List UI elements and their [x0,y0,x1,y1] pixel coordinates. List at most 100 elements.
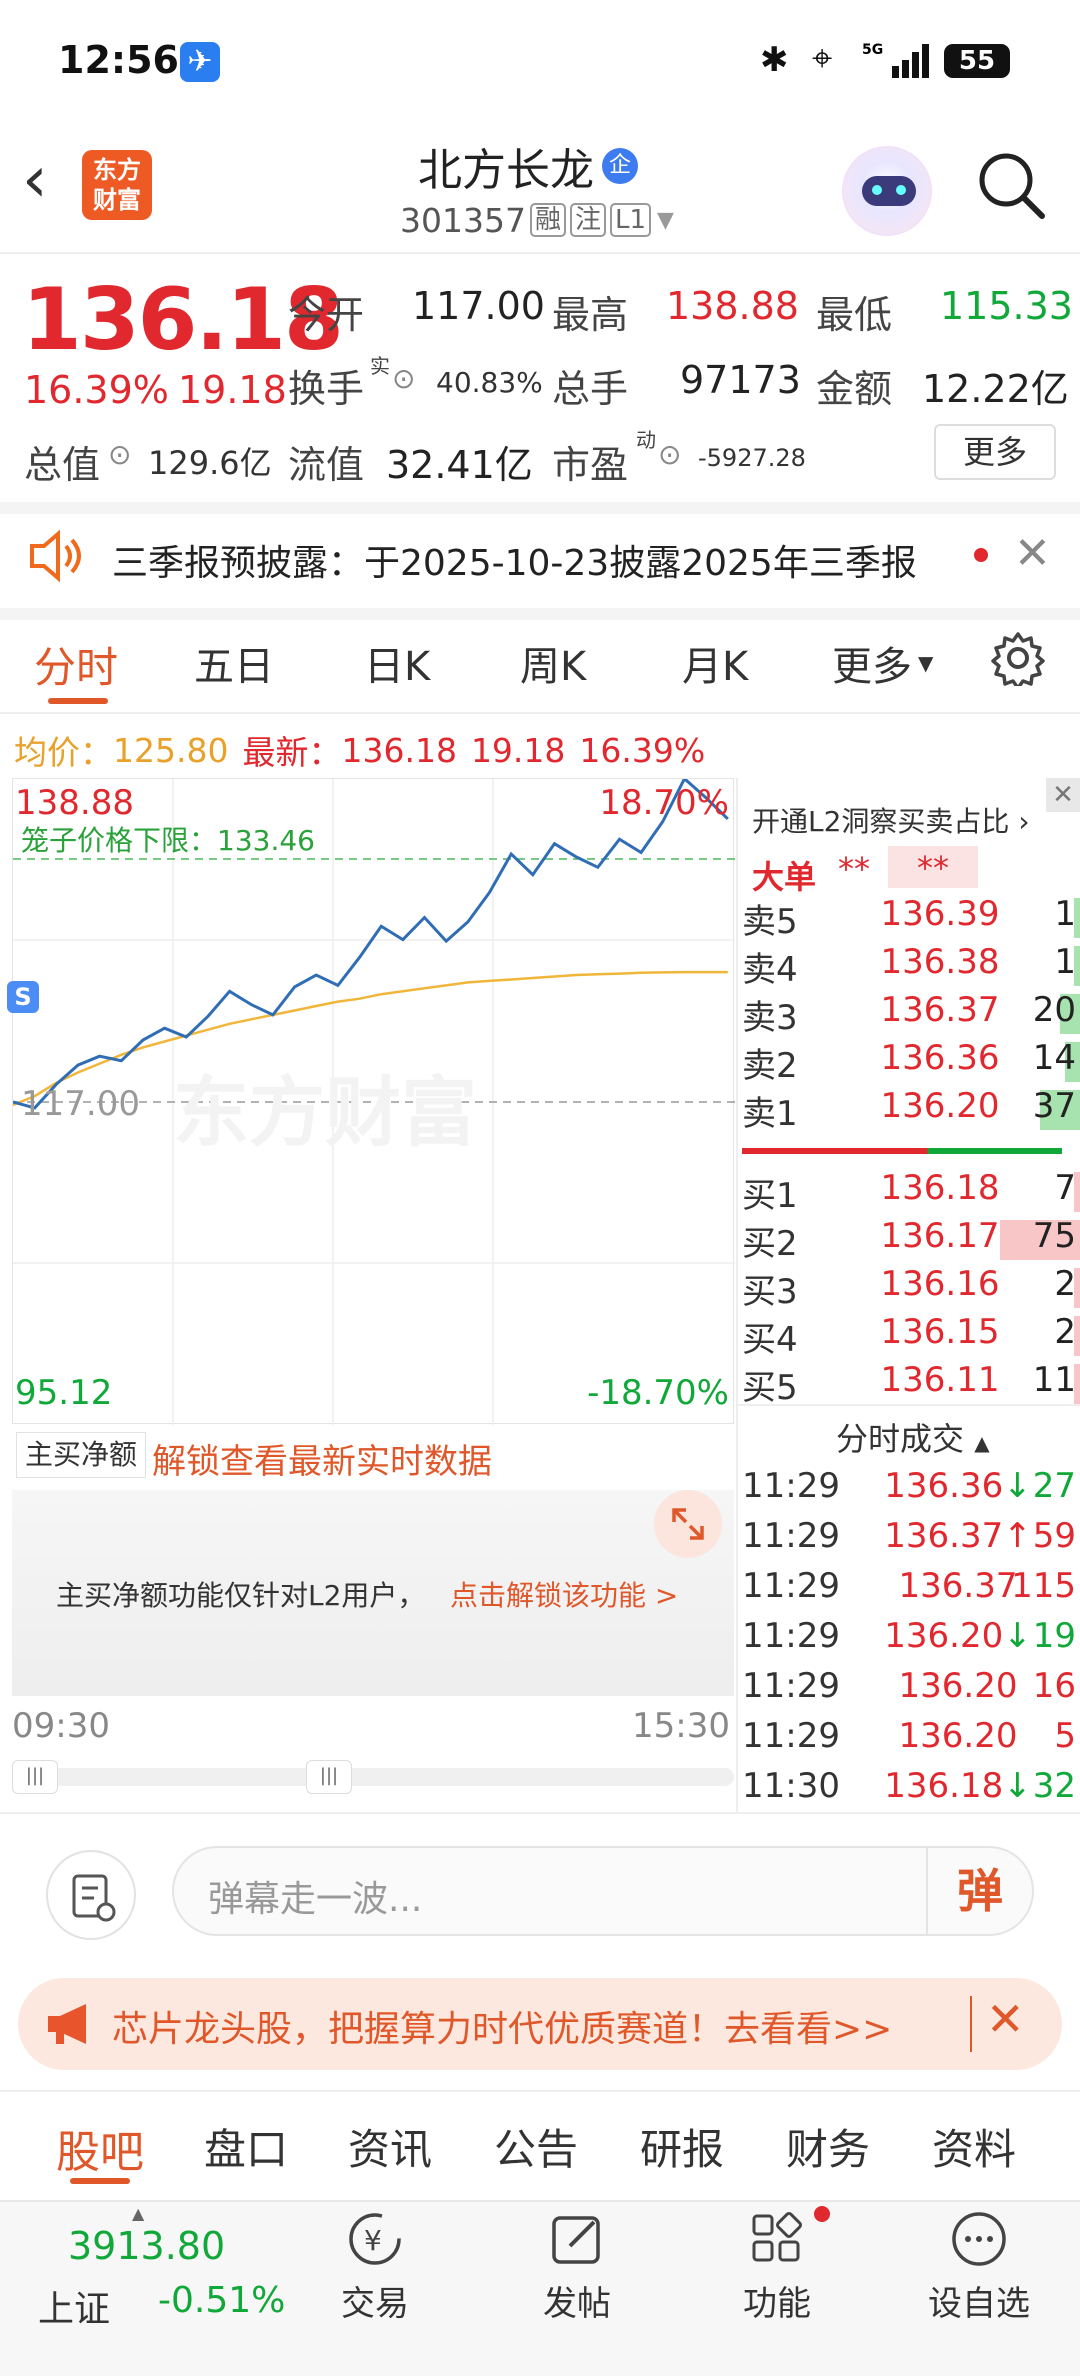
unread-dot [974,548,988,562]
tab-guba[interactable]: 股吧 [56,2116,144,2180]
ask-level-row[interactable]: 卖3 136.37 20 [740,990,1080,1038]
tick-volume: 27 [1032,1466,1076,1506]
info-dots-icon[interactable]: ⊙ [658,438,681,471]
back-button[interactable]: ‹ [22,148,48,212]
l2-insight-link[interactable]: 开通L2洞察买卖占比 › [752,800,1030,840]
dock-post-label: 发帖 [543,2284,611,2324]
tick-row: 11:29 136.20↓ 19 [740,1616,1080,1666]
sell-marker[interactable]: S [7,981,39,1013]
ask-level-row[interactable]: 卖1 136.20 37 [740,1086,1080,1134]
net-buy-select[interactable]: 主买净额▼ [16,1432,146,1512]
bid-level-label: 买3 [742,1272,798,1312]
unlock-feature-link[interactable]: 点击解锁该功能 > [450,1574,678,1614]
tab-finance[interactable]: 财务 [786,2116,870,2177]
index-value[interactable]: 3913.80 [68,2224,225,2268]
avg-label: 均价： [14,733,113,772]
time-range-scrollbar[interactable]: ||| ||| [12,1760,734,1794]
bid-level-label: 买5 [742,1368,798,1408]
expand-icon[interactable] [654,1490,722,1558]
danmaku-settings-icon[interactable] [46,1850,136,1940]
info-dots-icon[interactable]: ⊙ [392,362,415,395]
ask-level-row[interactable]: 卖2 136.36 14 [740,1038,1080,1086]
high-label: 最高 [552,293,629,337]
logo-line-1: 东方 [93,156,141,184]
dock-add-watchlist[interactable]: 设自选 [904,2206,1054,2325]
tab-intraday[interactable]: 分时 [34,634,118,695]
chart-tabs: 分时 五日 日K 周K 月K 更多 ▼ [0,630,1080,710]
net-buy-locked-panel[interactable]: 主买净额功能仅针对L2用户， 点击解锁该功能 > [12,1490,734,1696]
tick-direction: ↑ [1003,1516,1032,1556]
volume-value: 97173 [680,358,801,402]
tab-more[interactable]: 更多 ▼ [832,634,933,692]
app-logo[interactable]: 东方 财富 [82,150,152,220]
tick-time: 11:29 [742,1516,840,1556]
tick-volume: 32 [1032,1766,1076,1806]
more-dots-icon [952,2212,1006,2266]
index-change[interactable]: -0.51% [158,2280,285,2321]
ask-level-volume: 14 [1032,1038,1076,1078]
close-notice-icon[interactable]: ✕ [1014,528,1051,579]
bid-level-row[interactable]: 买4 136.15 2 [740,1312,1080,1360]
notice-text[interactable]: 三季报预披露：于2025-10-23披露2025年三季报 [112,534,917,586]
stock-code-row[interactable]: 301357 融 注 L1 ▼ [400,200,674,240]
tick-direction: ↓ [1003,1466,1032,1506]
dock-functions[interactable]: 功能 [702,2206,852,2325]
tab-daily-k[interactable]: 日K [364,634,430,692]
ask-level-row[interactable]: 卖4 136.38 1 [740,942,1080,990]
big-order-label: 大单 [752,858,817,896]
intraday-chart[interactable]: 东方财富 138.88 18.70% 笼子价格下限：133.46 117.00 … [7,778,735,1425]
bid-level-volume: 7 [1054,1168,1076,1208]
dock-trade[interactable]: ¥ 交易 [300,2206,450,2325]
stock-name: 北方长龙 [418,145,594,196]
tab-news[interactable]: 资讯 [348,2116,432,2177]
latest-value: 136.18 [341,730,457,770]
tick-row: 11:29 136.37 115 [740,1566,1080,1616]
gear-icon[interactable] [990,630,1046,690]
bid-level-row[interactable]: 买2 136.17 75 [740,1216,1080,1264]
danmaku-input[interactable]: 弹幕走一波... 弹 [172,1846,1034,1936]
tab-pankou[interactable]: 盘口 [204,2116,288,2177]
ask-level-label: 卖4 [742,950,798,990]
active-tab-indicator [48,698,108,704]
bid-level-row[interactable]: 买1 136.18 7 [740,1168,1080,1216]
bid-level-label: 买2 [742,1224,798,1264]
ticks-title[interactable]: 分时成交 ▲ [836,1414,990,1460]
dock-trade-label: 交易 [341,2284,409,2324]
bid-level-row[interactable]: 买5 136.11 11 [740,1360,1080,1408]
info-dots-icon[interactable]: ⊙ [108,438,131,471]
enterprise-badge: 企 [602,148,638,184]
tab-research[interactable]: 研报 [640,2116,724,2177]
chart-bottom-pct: -18.70% [587,1373,729,1413]
range-handle-right[interactable]: ||| [306,1760,352,1794]
danmaku-send-button[interactable]: 弹 [926,1848,1032,1934]
close-l2-icon[interactable]: ✕ [1046,778,1080,812]
bid-level-row[interactable]: 买3 136.16 2 [740,1264,1080,1312]
tab-five-day[interactable]: 五日 [194,634,274,692]
active-tab-indicator [70,2178,130,2184]
tab-weekly-k[interactable]: 周K [520,634,586,692]
close-banner-icon[interactable]: ✕ [986,1992,1025,2046]
tick-price-wrap: 136.18↓ [858,1766,1058,1806]
compose-icon [552,2216,600,2264]
unlock-realtime-link[interactable]: 解锁查看最新实时数据 [152,1434,492,1483]
index-name[interactable]: 上证 [38,2280,110,2332]
ask-level-label: 卖2 [742,1046,798,1086]
more-button[interactable]: 更多 [934,424,1056,480]
latest-pct: 16.39% [579,730,706,770]
caret-up-icon: ▲ [974,1431,990,1455]
tab-profile[interactable]: 资料 [932,2116,1016,2177]
tick-price: 136.20 [898,1666,1018,1706]
high-value: 138.88 [666,284,799,328]
robot-assistant-icon[interactable] [842,146,932,236]
search-icon[interactable] [976,150,1046,220]
promo-text: 芯片龙头股，把握算力时代优质赛道！去看看>> [112,2009,893,2050]
tab-monthly-k[interactable]: 月K [682,634,748,692]
bid-level-label: 买4 [742,1320,798,1360]
ask-level-row[interactable]: 卖5 136.39 1 [740,894,1080,942]
promo-banner[interactable]: 芯片龙头股，把握算力时代优质赛道！去看看>> ✕ [18,1978,1062,2070]
pe-label: 市盈 [552,443,629,487]
dock-post[interactable]: 发帖 [502,2206,652,2325]
range-handle-left[interactable]: ||| [12,1760,58,1794]
tab-announcements[interactable]: 公告 [494,2116,578,2177]
stock-code: 301357 [400,200,526,240]
